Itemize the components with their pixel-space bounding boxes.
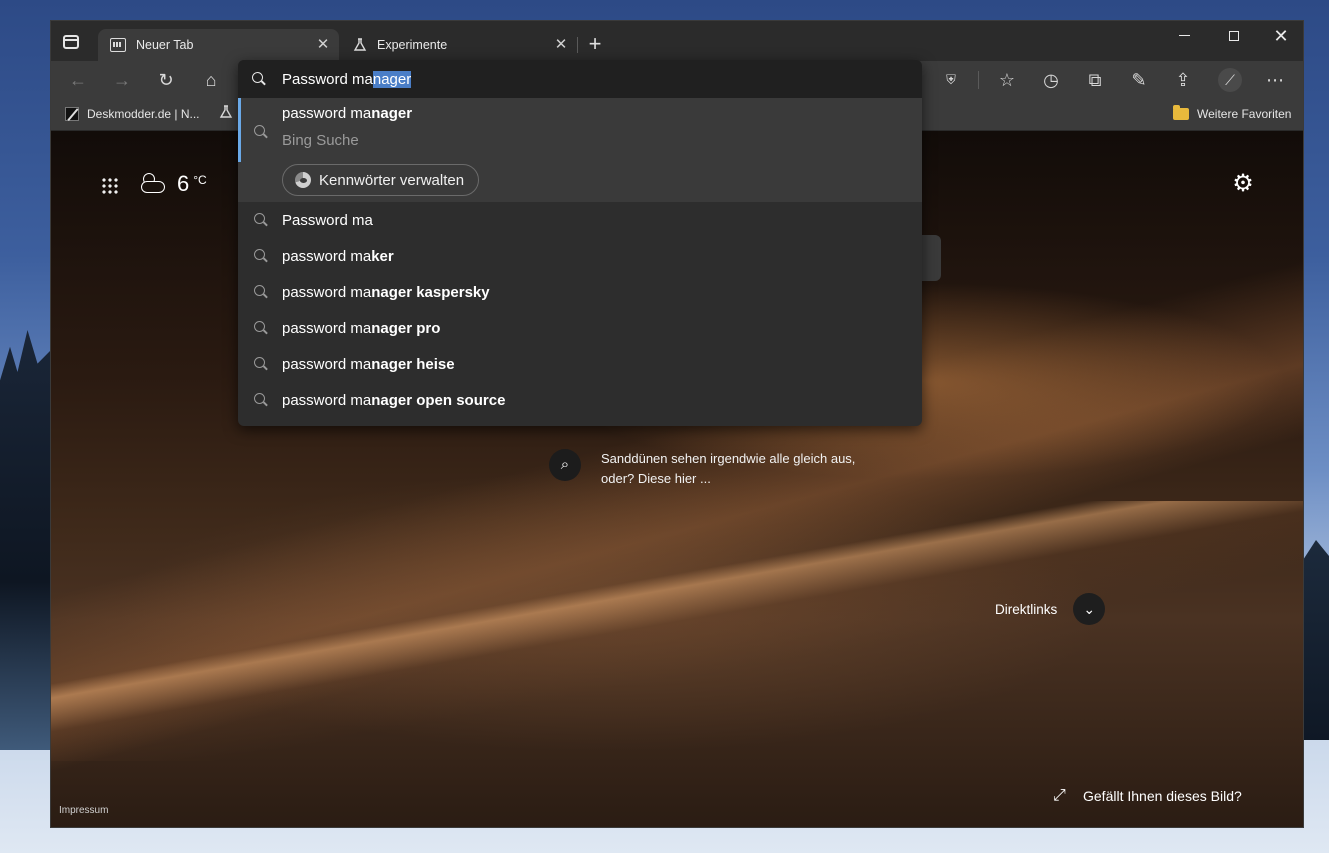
deskmodder-favicon <box>65 107 79 121</box>
weather-widget[interactable]: 6 °C <box>139 171 207 197</box>
search-icon <box>252 72 266 86</box>
search-icon <box>254 321 268 335</box>
home-button[interactable]: ⌂ <box>201 70 221 90</box>
suggestion-item[interactable]: password ma ker <box>238 238 922 274</box>
direktlinks[interactable]: Direktlinks ⌄ <box>995 593 1106 625</box>
collections-icon[interactable]: ⧉ <box>1085 70 1105 90</box>
edge-icon <box>295 172 311 188</box>
suggestion-item[interactable]: password ma nager heise <box>238 346 922 382</box>
chevron-down-icon[interactable]: ⌄ <box>1073 593 1106 625</box>
address-autocomplete-text: nager <box>372 70 412 88</box>
other-favorites-folder[interactable]: Weitere Favoriten <box>1173 105 1292 121</box>
search-icon <box>254 125 268 139</box>
image-info-text[interactable]: Sanddünen sehen irgendwie alle gleich au… <box>601 449 861 489</box>
tab-actions-icon[interactable] <box>63 35 79 49</box>
search-icon <box>254 249 268 263</box>
other-favorites-label: Weitere Favoriten <box>1197 107 1292 121</box>
title-bar: Neuer Tab ✕ Experimente ✕ + ✕ <box>51 21 1303 61</box>
new-tab-button[interactable]: + <box>585 33 605 55</box>
background-image <box>51 501 1303 761</box>
gear-icon[interactable]: ⚙ <box>1231 172 1255 196</box>
minimize-icon <box>1178 35 1190 37</box>
page-search-box-edge <box>921 235 941 281</box>
ublock-extension-icon[interactable]: ⛨ <box>941 70 961 90</box>
address-input[interactable]: Password ma nager <box>238 60 922 98</box>
like-image-link[interactable]: ⤢ Gefällt Ihnen dieses Bild? <box>1053 787 1242 805</box>
top-suggestion-title: password manager <box>282 105 413 122</box>
newtab-icon <box>110 38 126 52</box>
close-tab-icon[interactable]: ✕ <box>553 37 569 53</box>
tab-experimente[interactable]: Experimente ✕ <box>341 29 577 61</box>
maximize-button[interactable] <box>1211 25 1257 47</box>
like-image-label: Gefällt Ihnen dieses Bild? <box>1083 788 1242 804</box>
refresh-button[interactable]: ↻ <box>156 70 176 90</box>
suggestion-item[interactable]: Password ma <box>238 202 922 238</box>
search-icon <box>254 285 268 299</box>
tab-neuer-tab[interactable]: Neuer Tab ✕ <box>98 29 339 61</box>
image-info[interactable]: ⌕ Sanddünen sehen irgendwie alle gleich … <box>549 449 861 489</box>
tab-separator <box>577 37 578 53</box>
address-typed-text: Password ma <box>282 70 373 88</box>
minimize-button[interactable] <box>1161 25 1207 47</box>
favorite-label: Deskmodder.de | N... <box>87 107 200 121</box>
favorites-icon[interactable]: ☆ <box>997 70 1017 90</box>
desktop-background-trees <box>0 330 50 750</box>
close-tab-icon[interactable]: ✕ <box>315 37 331 53</box>
weather-temperature: 6 <box>177 171 190 196</box>
app-launcher-icon[interactable] <box>101 177 119 195</box>
profile-avatar[interactable]: ⟋ <box>1218 68 1242 92</box>
flask-icon <box>353 38 367 52</box>
toolbar-separator <box>978 71 979 89</box>
direktlinks-label: Direktlinks <box>995 601 1058 617</box>
weather-unit: °C <box>193 173 207 187</box>
maximize-icon <box>1229 31 1239 41</box>
expand-icon: ⤢ <box>1053 787 1066 804</box>
search-icon <box>254 357 268 371</box>
search-icon <box>254 213 268 227</box>
top-suggestion[interactable]: password manager Bing Suche Kennwörter v… <box>238 98 922 202</box>
favorite-deskmodder[interactable]: Deskmodder.de | N... <box>65 107 200 121</box>
back-button[interactable]: ← <box>68 70 88 90</box>
tab-label: Experimente <box>377 38 448 52</box>
partly-cloudy-icon <box>139 173 167 195</box>
image-search-icon[interactable]: ⌕ <box>549 449 581 481</box>
folder-icon <box>1173 105 1189 120</box>
desktop-background-trees-right <box>1303 540 1329 740</box>
suggestion-item[interactable]: password ma nager kaspersky <box>238 274 922 310</box>
top-suggestion-source: Bing Suche <box>282 132 359 149</box>
manage-passwords-label: Kennwörter verwalten <box>319 171 465 189</box>
tab-label: Neuer Tab <box>136 38 194 52</box>
suggestion-item[interactable]: password ma nager pro <box>238 310 922 346</box>
suggestion-item[interactable]: password ma nager open source <box>238 382 922 418</box>
web-capture-icon[interactable]: ✎ <box>1129 70 1149 90</box>
close-window-button[interactable]: ✕ <box>1258 25 1303 47</box>
share-icon[interactable]: ⇪ <box>1173 70 1193 90</box>
selection-indicator <box>238 98 241 162</box>
forward-button[interactable]: → <box>112 70 132 90</box>
more-menu-icon[interactable]: ⋯ <box>1265 70 1285 90</box>
address-bar-dropdown: Password ma nager password manager Bing S… <box>238 60 922 426</box>
search-icon <box>254 393 268 407</box>
history-icon[interactable]: ◷ <box>1041 70 1061 90</box>
favorite-flask-icon[interactable] <box>219 105 233 119</box>
impressum-link[interactable]: Impressum <box>59 805 108 816</box>
manage-passwords-button[interactable]: Kennwörter verwalten <box>282 164 480 196</box>
